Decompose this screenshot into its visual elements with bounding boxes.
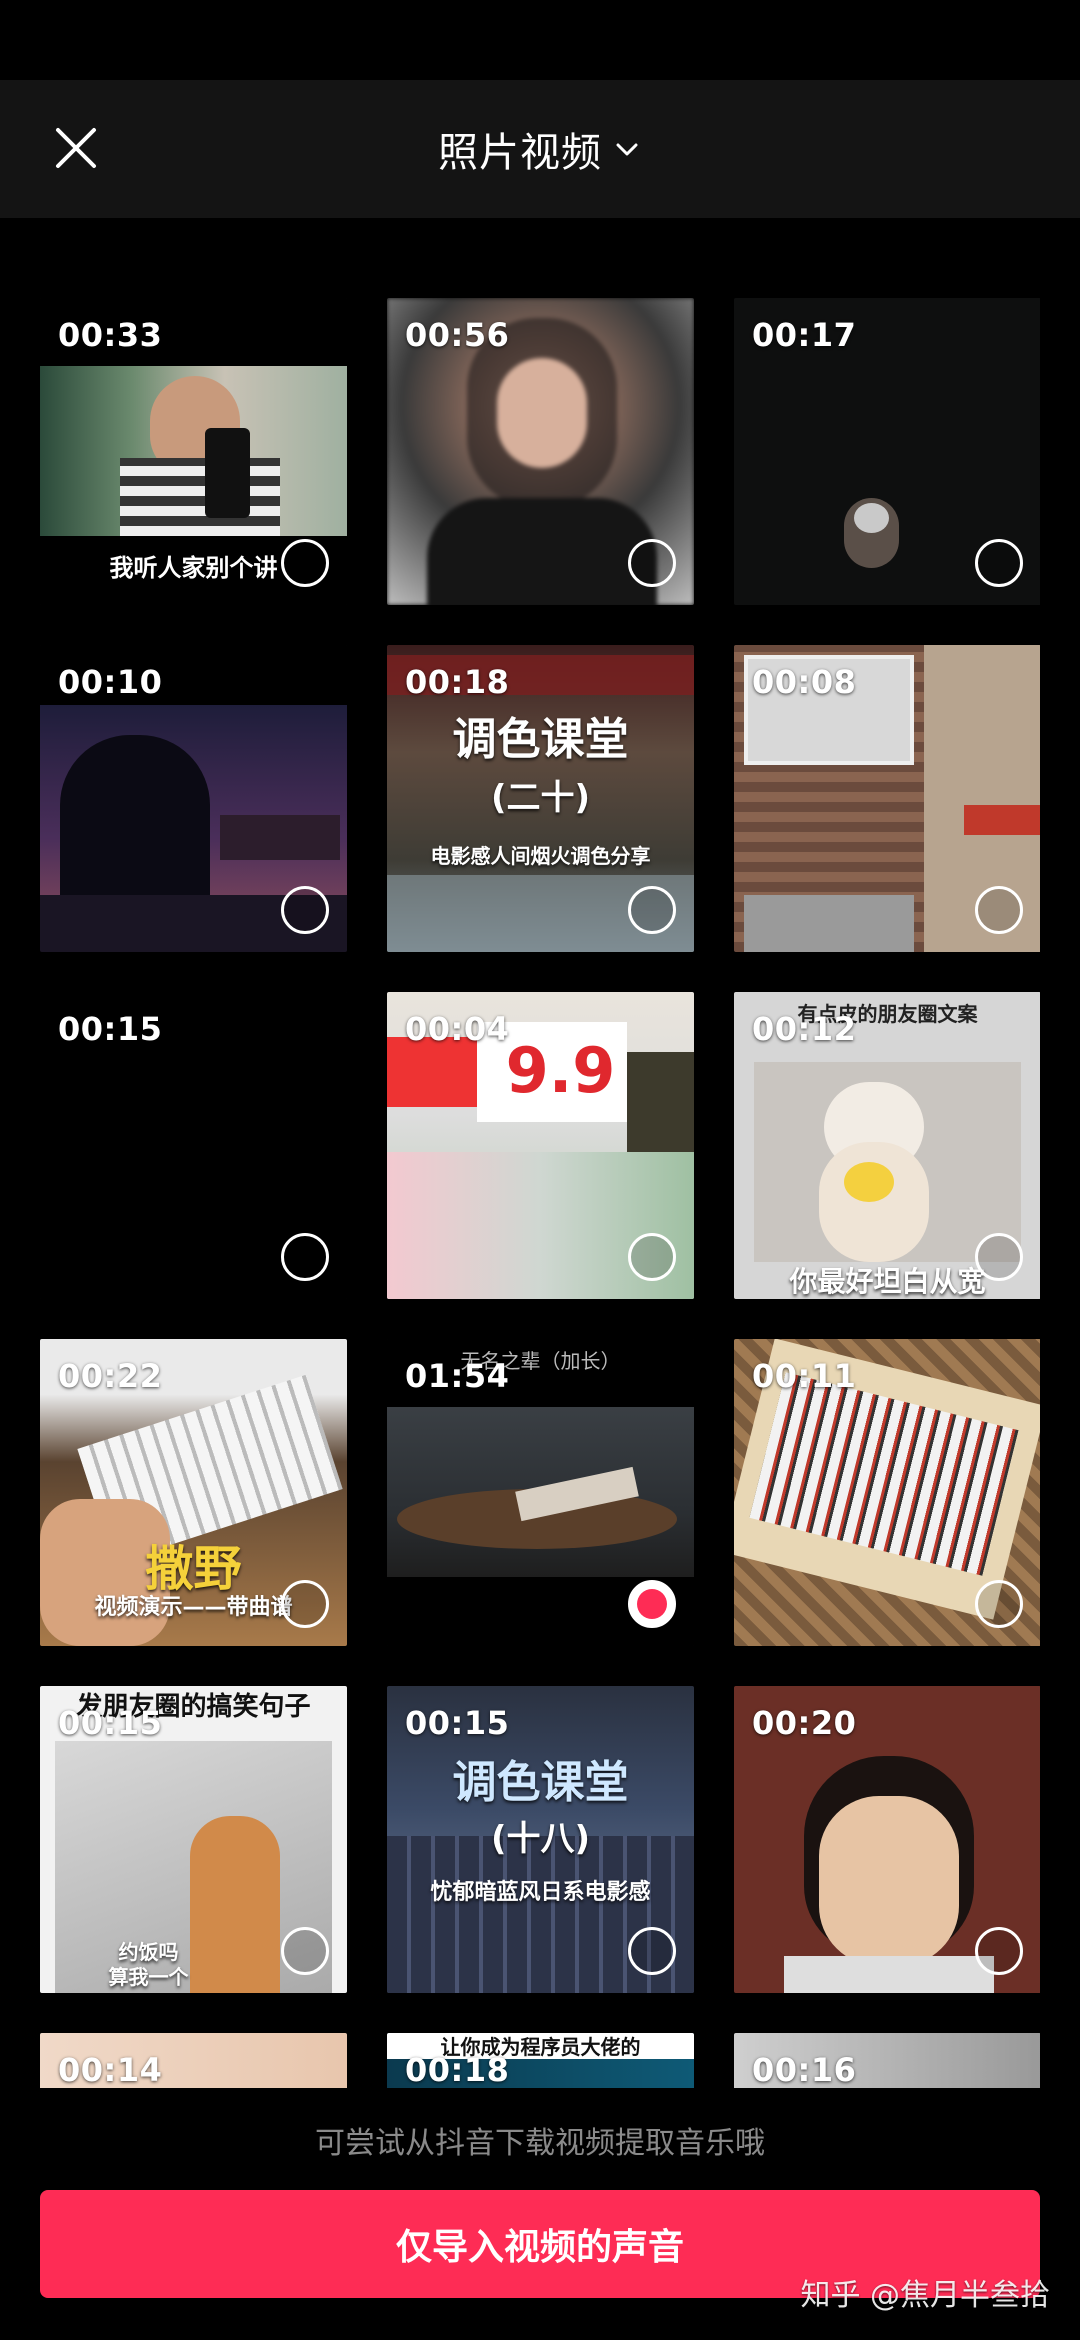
video-tile[interactable]: 00:20: [734, 1686, 1040, 1993]
video-duration: 01:54: [405, 1357, 510, 1395]
select-checkbox[interactable]: [281, 886, 329, 934]
select-checkbox[interactable]: [975, 1580, 1023, 1628]
video-duration: 00:17: [752, 316, 857, 354]
video-duration: 00:56: [405, 316, 510, 354]
video-tile[interactable]: 00:17: [734, 298, 1040, 605]
video-tile[interactable]: 发朋友圈的搞笑句子 约饭吗 算我一个 00:15: [40, 1686, 347, 1993]
select-checkbox[interactable]: [628, 539, 676, 587]
video-caption-sub: (十八): [490, 1819, 591, 1859]
video-duration: 00:14: [58, 2051, 163, 2088]
video-duration: 00:15: [58, 1704, 163, 1742]
select-checkbox[interactable]: [975, 1233, 1023, 1281]
video-tile[interactable]: 00:14: [40, 2033, 347, 2088]
select-checkbox[interactable]: [281, 539, 329, 587]
video-duration: 00:04: [405, 1010, 510, 1048]
video-caption: 调色课堂: [452, 714, 629, 765]
select-checkbox[interactable]: [281, 1580, 329, 1628]
video-grid: 我听人家别个讲 00:33 00:56 00:17 00:10 调色课堂 (二十…: [40, 298, 1040, 2088]
video-duration: 00:22: [58, 1357, 163, 1395]
select-checkbox[interactable]: [975, 539, 1023, 587]
hint-text: 可尝试从抖音下载视频提取音乐哦: [315, 2126, 765, 2161]
video-duration: 00:10: [58, 663, 163, 701]
select-checkbox[interactable]: [281, 1927, 329, 1975]
video-duration: 00:08: [752, 663, 857, 701]
screen: 照片视频 我听人家别个讲 00:33 00:56 00:17 00:10 调色课…: [0, 0, 1080, 2340]
status-bar: [0, 0, 1080, 80]
video-duration: 00:15: [405, 1704, 510, 1742]
chevron-down-icon: [612, 134, 642, 164]
video-tile[interactable]: 无名之辈（加长） 01:54: [387, 1339, 694, 1646]
select-checkbox[interactable]: [975, 886, 1023, 934]
video-tile[interactable]: 00:10: [40, 645, 347, 952]
video-duration: 00:16: [752, 2051, 857, 2088]
page-title: 照片视频: [438, 130, 602, 176]
select-checkbox[interactable]: [281, 1233, 329, 1281]
video-duration: 00:11: [752, 1357, 857, 1395]
video-tile[interactable]: 9.9 00:04: [387, 992, 694, 1299]
video-duration: 00:20: [752, 1704, 857, 1742]
video-caption: 调色课堂: [452, 1757, 629, 1808]
video-tile[interactable]: 调色课堂 (十八) 忧郁暗蓝风日系电影感 00:15: [387, 1686, 694, 1993]
video-tile[interactable]: 00:56: [387, 298, 694, 605]
video-duration: 00:18: [405, 2051, 510, 2088]
video-tile[interactable]: 有点皮的朋友圈文案 你最好坦白从宽 00:12: [734, 992, 1040, 1299]
video-tile[interactable]: 00:08: [734, 645, 1040, 952]
video-tile[interactable]: 00:15: [40, 992, 347, 1299]
video-tile[interactable]: 00:11: [734, 1339, 1040, 1646]
header: 照片视频: [0, 80, 1080, 218]
select-checkbox[interactable]: [628, 1927, 676, 1975]
video-tile[interactable]: 让你成为程序员大佬的 00:18: [387, 2033, 694, 2088]
video-tile[interactable]: 我听人家别个讲 00:33: [40, 298, 347, 605]
select-checkbox-selected[interactable]: [628, 1580, 676, 1628]
video-tile[interactable]: 撒野 视频演示——带曲谱 00:22: [40, 1339, 347, 1646]
video-tile[interactable]: 00:16: [734, 2033, 1040, 2088]
video-tile[interactable]: 调色课堂 (二十) 电影感人间烟火调色分享 00:18: [387, 645, 694, 952]
video-caption-sub: 忧郁暗蓝风日系电影感: [430, 1880, 651, 1905]
select-checkbox[interactable]: [628, 1233, 676, 1281]
video-duration: 00:15: [58, 1010, 163, 1048]
video-duration: 00:18: [405, 663, 510, 701]
watermark: 知乎 @焦月半叁拾: [800, 2278, 1050, 2313]
video-caption-sub: (二十): [490, 778, 591, 818]
video-duration: 00:33: [58, 316, 163, 354]
video-duration: 00:12: [752, 1010, 857, 1048]
album-selector[interactable]: 照片视频: [0, 80, 1080, 218]
select-checkbox[interactable]: [628, 886, 676, 934]
video-caption-sub: 电影感人间烟火调色分享: [430, 844, 651, 868]
select-checkbox[interactable]: [975, 1927, 1023, 1975]
